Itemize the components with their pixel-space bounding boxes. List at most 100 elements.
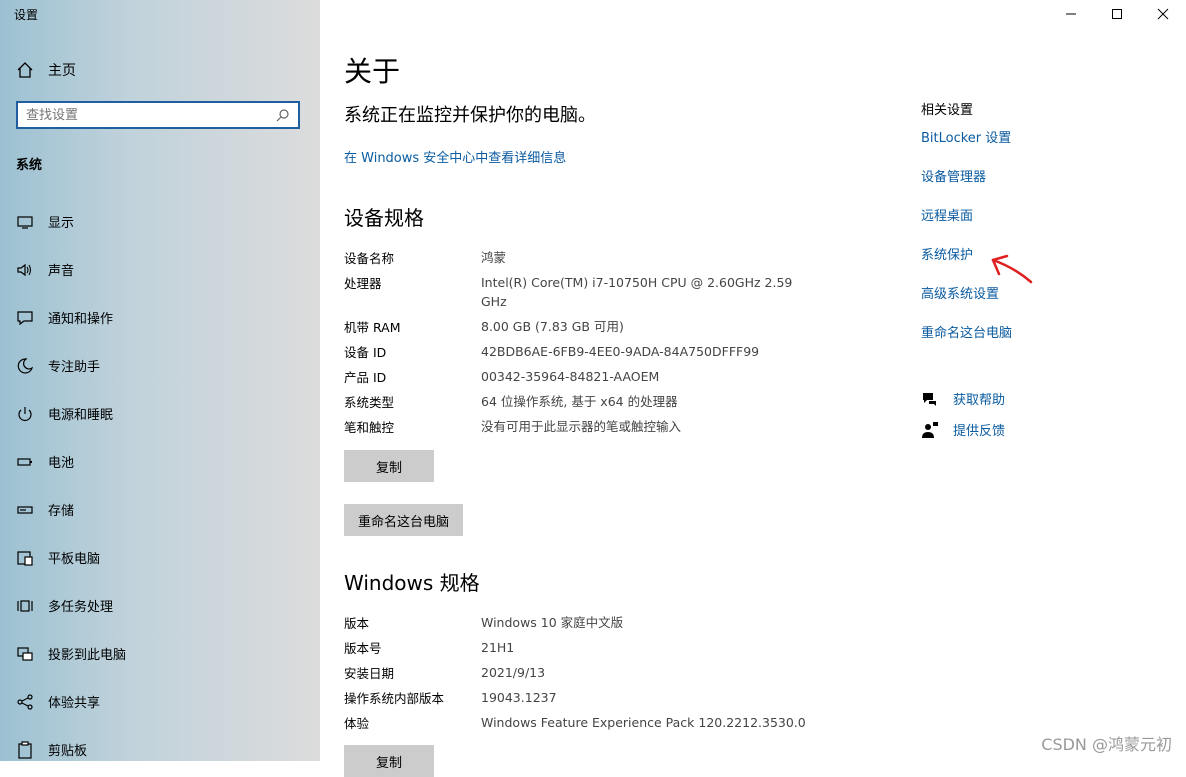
spec-value: 没有可用于此显示器的笔或触控输入 [481,419,682,434]
sidebar-home[interactable]: 主页 [16,60,76,80]
sidebar-item-shared-experiences[interactable]: 体验共享 [16,692,100,711]
related-settings-title: 相关设置 [921,103,974,118]
spec-label: 操作系统内部版本 [344,691,445,706]
sidebar-item-label: 投影到此电脑 [48,648,127,663]
copy-device-specs-button[interactable]: 复制 [344,450,434,482]
device-specs-heading: 设备规格 [344,206,424,230]
main-content: 关于 系统正在监控并保护你的电脑。 在 Windows 安全中心中查看详细信息 … [320,0,1186,777]
sidebar-item-project[interactable]: 投影到此电脑 [16,644,126,663]
remote-desktop-link[interactable]: 远程桌面 [921,205,973,224]
annotation-arrow-icon [991,254,1033,284]
spec-value: 00342-35964-84821-AAOEM [481,369,660,384]
sidebar: 设置 主页 系统 显示 声音 通知和操作 专注助手 电源和睡眠 电池 [0,0,320,761]
device-manager-link[interactable]: 设备管理器 [921,166,986,185]
help-chat-icon [923,392,936,406]
sidebar-item-focus-assist[interactable]: 专注助手 [16,356,100,375]
spec-value: 42BDB6AE-6FB9-4EE0-9ADA-84A750DFFF99 [481,344,760,359]
window-controls [1048,0,1186,28]
windows-specs-heading: Windows 规格 [344,571,480,595]
protection-status: 系统正在监控并保护你的电脑。 [344,105,596,126]
spec-value: Windows 10 家庭中文版 [481,615,624,630]
spec-label: 版本号 [344,641,382,656]
tablet-icon [17,550,33,566]
monitor-icon [17,215,33,229]
spec-label: 笔和触控 [344,420,395,435]
minimize-button[interactable] [1048,0,1094,28]
spec-label: 系统类型 [344,395,395,410]
spec-value: 2021/9/13 [481,665,546,680]
spec-value: 8.00 GB (7.83 GB 可用) [481,319,624,334]
spec-label: 安装日期 [344,666,395,681]
spec-value: Windows Feature Experience Pack 120.2212… [481,715,806,730]
close-button[interactable] [1140,0,1186,28]
copy-windows-specs-button[interactable]: 复制 [344,745,434,777]
spec-label: 产品 ID [344,370,387,385]
page-title: 关于 [344,55,401,88]
sidebar-item-label: 显示 [48,216,75,231]
sidebar-item-label: 专注助手 [48,360,101,375]
sidebar-section-title: 系统 [16,158,43,173]
speaker-icon [17,263,32,276]
sidebar-item-label: 多任务处理 [48,600,114,615]
watermark: CSDN @鸿蒙元初 [1041,735,1172,754]
multitask-icon [17,599,33,612]
sidebar-item-label: 体验共享 [48,696,101,711]
maximize-button[interactable] [1094,0,1140,28]
minimize-icon [1066,13,1076,15]
storage-icon [17,505,33,514]
notification-icon [17,310,33,325]
app-title: 设置 [14,8,39,22]
spec-label: 机带 RAM [344,320,401,335]
spec-label: 设备 ID [344,345,387,360]
sidebar-item-label: 平板电脑 [48,552,101,567]
search-box[interactable] [16,101,300,129]
moon-icon [17,357,34,374]
feedback-link[interactable]: 提供反馈 [921,420,1005,439]
spec-value: Intel(R) Core(TM) i7-10750H CPU @ 2.60GH… [481,275,793,309]
search-input[interactable] [26,107,266,123]
feedback-label: 提供反馈 [953,424,1006,439]
rename-pc-button[interactable]: 重命名这台电脑 [344,504,464,536]
get-help-label: 获取帮助 [953,393,1006,408]
project-icon [17,646,33,661]
get-help-link[interactable]: 获取帮助 [921,389,1005,408]
sidebar-item-tablet[interactable]: 平板电脑 [16,548,100,567]
related-settings: 相关设置 BitLocker 设置 设备管理器 远程桌面 系统保护 高级系统设置… [921,99,1012,341]
feedback-person-icon [922,421,938,438]
sidebar-item-label: 电源和睡眠 [48,408,114,423]
close-icon [1157,8,1169,20]
sidebar-item-label: 剪贴板 [48,744,88,759]
sidebar-item-power[interactable]: 电源和睡眠 [16,404,113,423]
sidebar-item-multitasking[interactable]: 多任务处理 [16,596,113,615]
spec-value: 19043.1237 [481,690,557,705]
sidebar-item-label: 声音 [48,264,75,279]
security-center-link[interactable]: 在 Windows 安全中心中查看详细信息 [344,147,566,166]
spec-label: 版本 [344,616,370,631]
rename-pc-link[interactable]: 重命名这台电脑 [921,322,1012,341]
sidebar-item-display[interactable]: 显示 [16,212,74,231]
search-icon[interactable] [276,108,290,122]
spec-value: 21H1 [481,640,515,655]
share-icon [17,693,33,710]
system-protection-link[interactable]: 系统保护 [921,244,973,263]
sidebar-item-battery[interactable]: 电池 [16,452,74,471]
sidebar-item-clipboard[interactable]: 剪贴板 [16,740,87,759]
battery-icon [17,457,32,466]
power-icon [18,406,32,421]
maximize-icon [1112,9,1122,19]
bitlocker-link[interactable]: BitLocker 设置 [921,127,1011,146]
spec-value: 64 位操作系统, 基于 x64 的处理器 [481,394,678,409]
sidebar-item-label: 通知和操作 [48,312,114,327]
sidebar-item-label: 存储 [48,504,75,519]
sidebar-home-label: 主页 [48,63,76,79]
spec-label: 处理器 [344,276,382,291]
sidebar-item-notifications[interactable]: 通知和操作 [16,308,113,327]
spec-label: 体验 [344,716,370,731]
sidebar-item-label: 电池 [48,456,75,471]
clipboard-icon [18,740,32,759]
sidebar-item-sound[interactable]: 声音 [16,260,74,279]
sidebar-item-storage[interactable]: 存储 [16,500,74,519]
home-icon [17,62,33,78]
spec-label: 设备名称 [344,251,395,266]
spec-value: 鸿蒙 [481,250,507,265]
